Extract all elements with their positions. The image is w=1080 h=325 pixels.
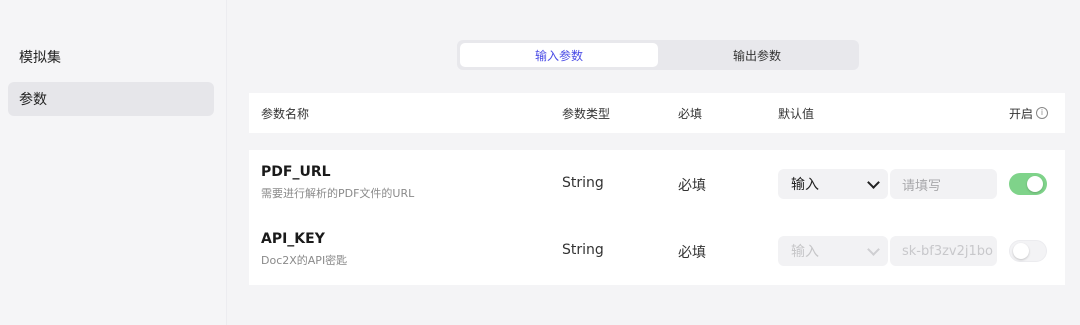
- header-name: 参数名称: [261, 106, 310, 121]
- sidebar-item-label: 模拟集: [19, 50, 61, 66]
- tab-label: 输出参数: [732, 48, 781, 63]
- default-value-input[interactable]: 请填写: [890, 169, 997, 199]
- enabled-toggle[interactable]: [1009, 240, 1047, 262]
- select-value: 输入: [791, 177, 819, 193]
- toggle-knob: [1027, 176, 1043, 192]
- header-required: 必填: [678, 106, 703, 121]
- default-mode-select[interactable]: 输入: [778, 169, 888, 199]
- default-mode-select[interactable]: 输入: [778, 236, 888, 266]
- param-required: 必填: [678, 245, 706, 261]
- header-default: 默认值: [778, 106, 815, 121]
- sidebar-item-label: 参数: [19, 92, 47, 108]
- enabled-toggle[interactable]: [1009, 173, 1047, 195]
- toggle-knob: [1013, 243, 1029, 259]
- header-enabled: 开启 i: [1009, 93, 1049, 133]
- tab-label: 输入参数: [534, 48, 583, 63]
- info-icon[interactable]: i: [1036, 107, 1049, 119]
- sidebar-item-mock-set[interactable]: 模拟集: [8, 40, 214, 74]
- header-type: 参数类型: [562, 106, 611, 121]
- sidebar-item-params[interactable]: 参数: [8, 82, 214, 116]
- sidebar: 模拟集 参数: [0, 0, 227, 325]
- params-table: PDF_URL 需要进行解析的PDF文件的URL String 必填 输入 请填…: [249, 150, 1065, 285]
- main-panel: 输入参数 输出参数 参数名称 参数类型 必填 默认值 开启 i PDF_URL …: [227, 0, 1080, 325]
- default-value-input[interactable]: sk-bf3zv2j1bo: [890, 236, 997, 266]
- tab-input-params[interactable]: 输入参数: [460, 43, 658, 67]
- param-type: String: [562, 242, 604, 258]
- param-tabs: 输入参数 输出参数: [457, 40, 859, 70]
- param-required: 必填: [678, 178, 706, 194]
- header-enabled-label: 开启: [1009, 106, 1034, 121]
- param-description: 需要进行解析的PDF文件的URL: [261, 187, 415, 200]
- param-name: PDF_URL: [261, 164, 331, 180]
- tab-output-params[interactable]: 输出参数: [658, 43, 856, 67]
- chevron-down-icon: [867, 242, 880, 256]
- param-description: Doc2X的API密匙: [261, 254, 348, 267]
- param-name: API_KEY: [261, 231, 325, 247]
- param-type: String: [562, 175, 604, 191]
- select-value: 输入: [791, 244, 819, 260]
- table-row: PDF_URL 需要进行解析的PDF文件的URL String 必填 输入 请填…: [249, 150, 1065, 217]
- chevron-down-icon: [867, 175, 880, 189]
- table-row: API_KEY Doc2X的API密匙 String 必填 输入 sk-bf3z…: [249, 217, 1065, 284]
- table-header: 参数名称 参数类型 必填 默认值 开启 i: [249, 93, 1065, 133]
